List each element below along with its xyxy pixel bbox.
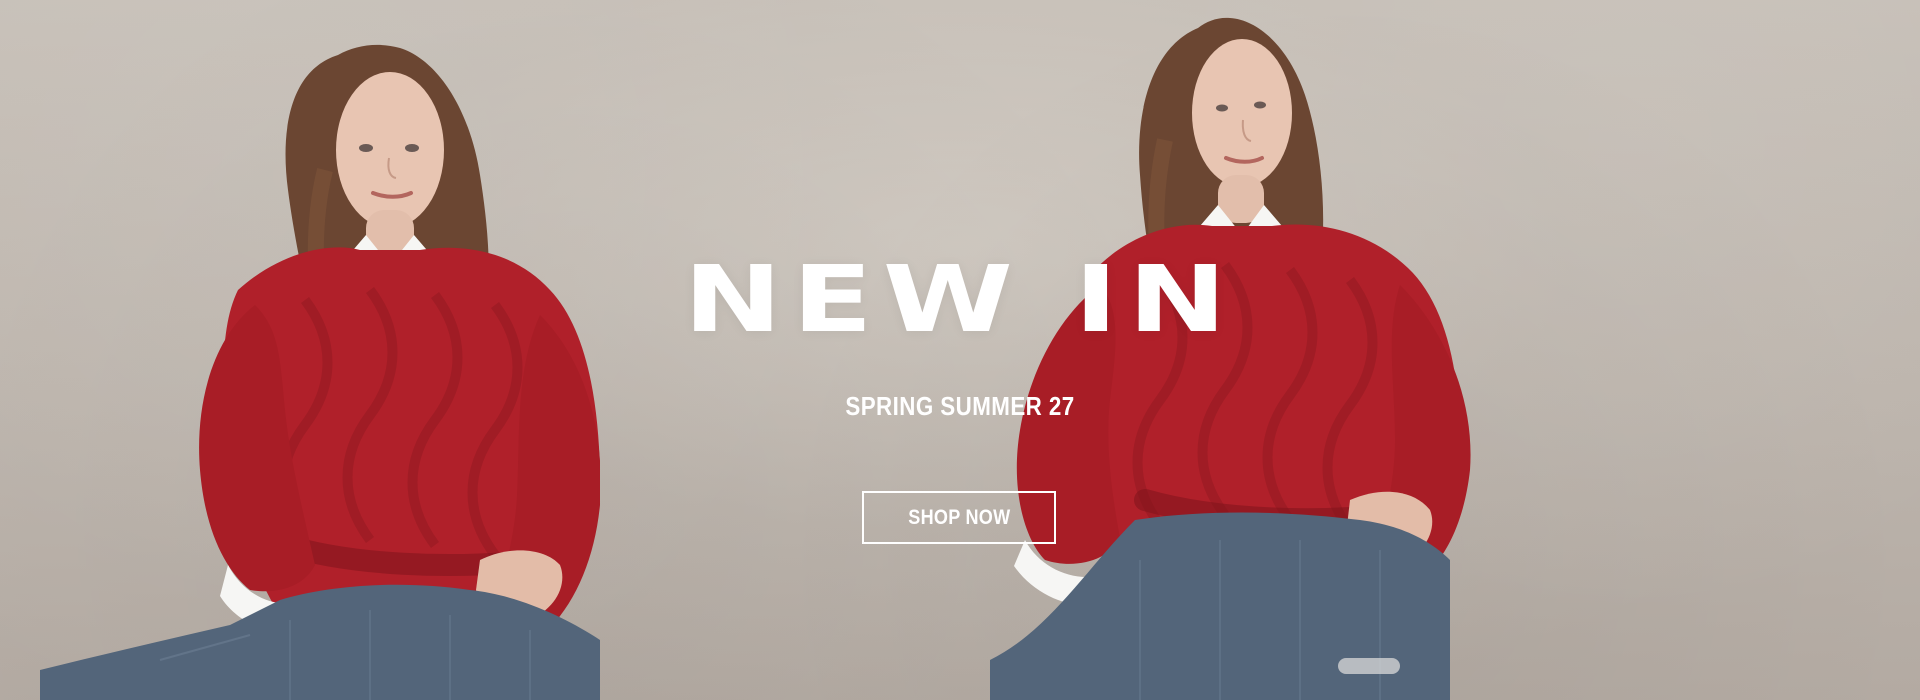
model-right-image xyxy=(990,17,1471,700)
shop-now-label: SHOP NOW xyxy=(907,505,1011,529)
model-left-image xyxy=(40,44,600,700)
shop-now-button[interactable]: SHOP NOW xyxy=(862,491,1056,544)
hero-banner: NEW IN SPRING SUMMER 27 SHOP NOW xyxy=(0,0,1920,700)
